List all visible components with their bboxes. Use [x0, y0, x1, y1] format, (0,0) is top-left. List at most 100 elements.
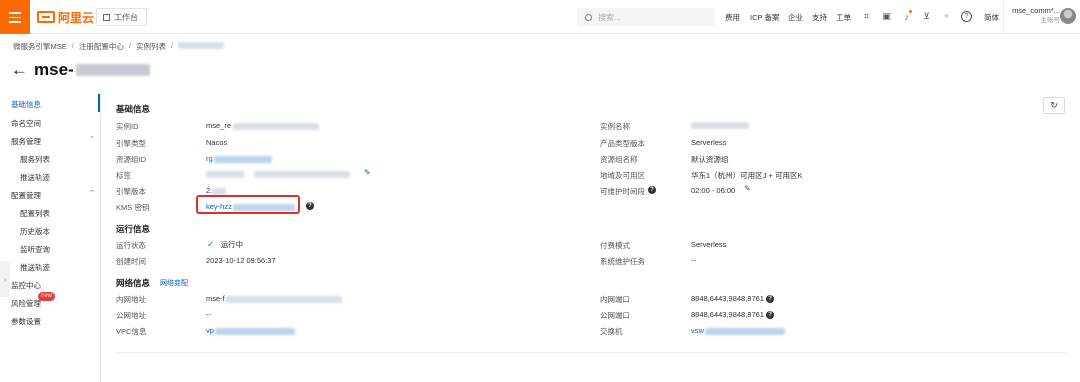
sidebar-item-monitor[interactable]: 监控中心 [11, 280, 41, 291]
breadcrumb-item-instance-redacted [178, 42, 225, 49]
nav-billing[interactable]: 费用 [725, 12, 740, 23]
resource-group-id-redacted [213, 155, 272, 163]
engine-type-label: 引擎类型 [116, 139, 146, 148]
billing-label: 付费模式 [600, 241, 630, 250]
avatar[interactable] [1060, 8, 1076, 24]
switch-link[interactable]: vsw [691, 326, 785, 335]
help-icon[interactable]: ? [961, 11, 972, 22]
sidebar-item-risk-mgmt[interactable]: 风险管理 [11, 298, 41, 309]
sidebar-item-push-trace[interactable]: 推送轨迹 [20, 172, 50, 183]
internal-addr-value: mse-f [206, 294, 342, 303]
search-placeholder: 搜索... [598, 12, 621, 22]
sidebar-item-history[interactable]: 历史版本 [20, 226, 50, 237]
public-port-label: 公网端口 [600, 311, 630, 320]
instance-id-redacted [233, 122, 320, 130]
instance-name-label: 实例名称 [600, 122, 630, 131]
cart-icon[interactable]: ⊻ [921, 11, 932, 22]
kms-label: KMS 密钥 [116, 203, 150, 212]
nav-ticket[interactable]: 工单 [836, 12, 851, 23]
kms-help-icon[interactable]: ? [306, 202, 314, 210]
sidebar-item-namespace[interactable]: 命名空间 [11, 118, 41, 129]
nav-support[interactable]: 支持 [812, 12, 827, 23]
page-title-text: mse- [34, 60, 74, 79]
internal-port-value: 8848,6443,9848,8761 ? [691, 294, 775, 304]
created-label: 创建时间 [116, 257, 146, 266]
region-value: 华东1（杭州）可用区J + 可用区K [691, 171, 803, 180]
hamburger-menu-button[interactable] [0, 0, 30, 34]
lightbulb-icon[interactable]: ✦ [941, 11, 952, 22]
nav-enterprise[interactable]: 企业 [788, 12, 803, 23]
sidebar-item-config-list[interactable]: 配置列表 [20, 208, 50, 219]
account-menu[interactable]: mse_comm*... 主账号 [1008, 6, 1060, 26]
section-title-runtime: 运行信息 [116, 224, 151, 234]
workbench-label: 工作台 [114, 12, 138, 22]
breadcrumb-item-registry[interactable]: 注册配置中心 [79, 41, 124, 52]
home-icon [103, 13, 110, 21]
tags-label: 标签 [116, 171, 131, 180]
engine-version-label: 引擎版本 [116, 187, 146, 196]
resource-group-name-label: 资源组名称 [600, 155, 638, 164]
tag-redacted [254, 171, 350, 178]
vpc-link[interactable]: vp [206, 326, 295, 335]
resource-group-name-value: 默认资源组 [691, 155, 729, 164]
notification-dot [909, 10, 912, 13]
aliyun-logo[interactable]: 阿里云 [37, 10, 95, 25]
sidebar-collapse-handle[interactable]: › [0, 261, 10, 297]
sidebar-item-params[interactable]: 参数设置 [11, 316, 41, 327]
refresh-button[interactable]: ↻ [1043, 97, 1065, 114]
language-switch[interactable]: 简体 [984, 12, 999, 23]
sidebar-item-service-mgmt[interactable]: 服务管理 [11, 136, 41, 147]
workbench-button[interactable]: 工作台 [96, 8, 147, 26]
internal-addr-label: 内网地址 [116, 295, 146, 304]
refresh-icon: ↻ [1050, 100, 1058, 110]
internal-port-help-icon[interactable]: ? [766, 295, 775, 304]
section-title-basic: 基础信息 [116, 104, 151, 114]
search-input[interactable]: 搜索... [577, 8, 715, 26]
sidebar-item-config-mgmt[interactable]: 配置管理 [11, 190, 41, 201]
billing-value: Serverless [691, 240, 727, 249]
sidebar-item-service-list[interactable]: 服务列表 [20, 154, 50, 165]
public-port-help-icon[interactable]: ? [766, 311, 775, 320]
sidebar-item-push-trace-config[interactable]: 推送轨迹 [20, 262, 50, 273]
logo-text: 阿里云 [58, 10, 95, 25]
edit-maintenance-icon[interactable]: ✎ [744, 184, 751, 193]
instance-name-redacted [691, 122, 749, 129]
internal-addr-redacted [225, 295, 342, 303]
topbar-divider [1003, 0, 1004, 34]
edit-tags-icon[interactable]: ✎ [364, 168, 371, 177]
sidebar-item-basic-info[interactable]: 基础信息 [11, 99, 41, 110]
network-change-link[interactable]: 网络变配 [160, 278, 188, 288]
back-arrow-icon[interactable]: ← [11, 60, 28, 80]
tag-redacted [206, 171, 244, 178]
bottom-divider [116, 352, 1066, 353]
chevron-up-icon[interactable]: ⌃ [89, 135, 95, 143]
engine-version-value: 2. [206, 186, 227, 195]
resource-group-id-label: 资源组ID [116, 155, 146, 164]
sidebar-item-listener-query[interactable]: 监听查询 [20, 244, 50, 255]
chevron-right-icon: › [3, 274, 7, 284]
switch-redacted [704, 327, 785, 335]
breadcrumb-item-mse[interactable]: 微服务引擎MSE [13, 41, 67, 52]
instance-id-value: mse_re [206, 121, 320, 130]
nav-icp[interactable]: ICP 备案 [750, 12, 779, 23]
check-icon: ✓ [207, 239, 215, 249]
maintenance-help-icon[interactable]: ? [648, 186, 656, 194]
status-label: 运行状态 [116, 241, 146, 250]
maint-task-label: 系统维护任务 [600, 257, 645, 266]
vpc-redacted [214, 327, 295, 335]
internal-port-label: 内网端口 [600, 295, 630, 304]
breadcrumb-item-instance-list[interactable]: 实例列表 [136, 41, 166, 52]
maint-task-value: -- [691, 256, 696, 265]
title-redacted [75, 64, 150, 76]
maintenance-label: 可维护时间段 [600, 187, 645, 196]
engine-type-value: Nacos [206, 138, 228, 147]
kms-highlight-box [196, 195, 300, 214]
page-title: ← mse- [11, 60, 150, 80]
account-role: 主账号 [1040, 17, 1061, 24]
product-version-label: 产品类型版本 [600, 139, 645, 148]
chevron-up-icon[interactable]: ⌃ [89, 189, 95, 197]
message-icon[interactable]: ▣ [881, 11, 892, 22]
account-name: mse_comm*... [1012, 6, 1060, 15]
cli-icon[interactable]: ⌗ [861, 11, 872, 22]
resource-group-id-link[interactable]: rg [206, 154, 272, 163]
